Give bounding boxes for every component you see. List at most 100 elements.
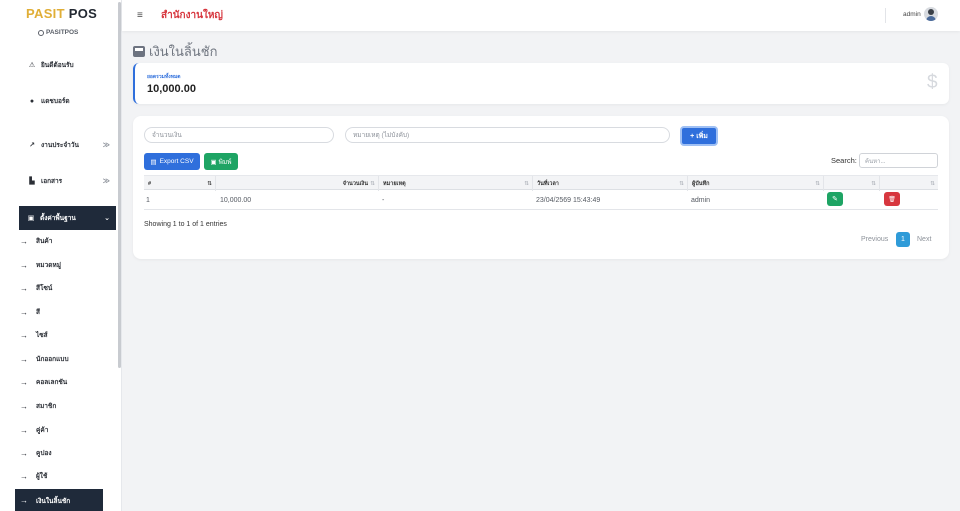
column-header-edit[interactable]: ⇅ [824, 176, 880, 191]
cell-datetime: 23/04/2569 15:43:49 [536, 196, 601, 204]
sidebar-subitem-sizes[interactable]: → ไซส์ [20, 325, 116, 345]
page-title: เงินในลิ้นชัก [133, 41, 217, 62]
sidebar-subitem-coupons[interactable]: → คูปอง [20, 443, 116, 463]
sidebar-subitem-label: ผู้ใช้ [36, 473, 48, 480]
brand-subtitle-text: PASITPOS [46, 29, 79, 36]
sidebar-subitem-label: คูปอง [36, 450, 52, 457]
summary-value: 10,000.00 [147, 83, 196, 95]
arrow-right-icon: → [20, 236, 28, 246]
cell-user: admin [691, 196, 711, 204]
sidebar-subitem-categories[interactable]: → หมวดหมู่ [20, 255, 116, 275]
branch-name[interactable]: สำนักงานใหญ่ [161, 8, 223, 23]
pencil-icon: ✎ [832, 196, 838, 203]
amount-input[interactable]: จำนวนเงิน [144, 127, 334, 143]
trend-icon: ↗ [29, 142, 35, 149]
column-header-user[interactable]: ผู้บันทึก ⇅ [688, 176, 824, 191]
sidebar-subitem-products[interactable]: → สินค้า [20, 231, 116, 251]
sidebar-subitem-cash-drawer[interactable]: → เงินในลิ้นชัก [15, 489, 103, 511]
sort-icon: ⇅ [679, 180, 684, 187]
arrow-right-icon: → [20, 260, 28, 270]
handshake-icon: ⚠ [28, 62, 36, 69]
printer-icon: ▣ [210, 158, 217, 166]
chevron-right-icon: ≫ [102, 178, 110, 185]
logo-part1: PASIT [26, 6, 65, 21]
sidebar-subitem-label: คู่ค้า [36, 427, 49, 434]
sidebar-subitem-partners[interactable]: → คู่ค้า [20, 420, 116, 440]
sidebar-subitem-collections[interactable]: → คอลเลกชัน [20, 372, 116, 392]
column-header-label: หมายเหตุ [383, 180, 406, 187]
menu-toggle-icon[interactable]: ≡ [137, 10, 143, 21]
printer-icon: ▣ [27, 215, 35, 222]
column-header-amount[interactable]: จำนวนเงิน ⇅ [216, 176, 379, 191]
column-header-delete[interactable]: ⇅ [880, 176, 938, 191]
sidebar-item-label: งานประจำวัน [41, 142, 79, 149]
copyright-icon [38, 29, 44, 36]
export-csv-button[interactable]: ▤ Export CSV [144, 153, 200, 170]
sidebar-subitem-users[interactable]: → ผู้ใช้ [20, 466, 116, 486]
sidebar-subitem-members[interactable]: → สมาชิก [20, 396, 116, 416]
export-csv-label: Export CSV [159, 158, 194, 165]
column-header-datetime[interactable]: วันที่เวลา ⇅ [533, 176, 688, 191]
sidebar-subitem-color-zones[interactable]: → สีโซน์ [20, 278, 116, 298]
sidebar-item-documents[interactable]: ▙ เอกสาร ≫ [20, 170, 116, 192]
avatar[interactable] [924, 7, 938, 21]
trash-icon: 🗑 [888, 196, 896, 203]
arrow-right-icon: → [20, 377, 28, 387]
arrow-right-icon: → [20, 330, 28, 340]
search-input[interactable]: ค้นหา... [859, 153, 938, 168]
document-icon: ▙ [29, 178, 35, 185]
pagination-page-1[interactable]: 1 [896, 232, 910, 247]
arrow-right-icon: → [20, 307, 28, 317]
data-table: # ⇅ จำนวนเงิน ⇅ หมายเหตุ ⇅ วันที่เวลา ⇅ … [144, 175, 938, 210]
dollar-icon: $ [927, 72, 938, 93]
column-header-label: จำนวนเงิน [342, 180, 368, 187]
avatar-body [926, 16, 936, 21]
sidebar-item-label: เอกสาร [41, 178, 63, 185]
chevron-right-icon: ≫ [102, 142, 110, 149]
cell-amount: 10,000.00 [220, 196, 252, 204]
summary-card: ยอดรวมทั้งหมด 10,000.00 $ [133, 63, 949, 104]
sidebar-item-welcome[interactable]: ⚠ ยินดีต้อนรับ [20, 54, 116, 76]
column-header-label: วันที่เวลา [537, 180, 559, 187]
sidebar-item-daily[interactable]: ↗ งานประจำวัน ≫ [20, 134, 116, 156]
column-header-label: # [148, 180, 152, 187]
topbar: ≡ สำนักงานใหญ่ admin [122, 0, 960, 31]
sidebar-item-dashboard[interactable]: ● แดชบอร์ด [20, 90, 116, 112]
edit-button[interactable]: ✎ [827, 192, 843, 206]
column-header-note[interactable]: หมายเหตุ ⇅ [379, 176, 533, 191]
sidebar-subitem-label: สมาชิก [36, 403, 57, 410]
user-name[interactable]: admin [903, 11, 921, 18]
file-icon: ▤ [150, 158, 157, 166]
pagination-previous[interactable]: Previous [861, 236, 888, 243]
sidebar-item-settings[interactable]: ▣ ตั้งค่าพื้นฐาน ⌄ [19, 206, 116, 230]
print-label: พิมพ์ [218, 158, 232, 166]
topbar-divider [885, 8, 886, 23]
sidebar-subitem-label: สีโซน์ [36, 285, 53, 292]
sidebar-item-label: แดชบอร์ด [41, 98, 70, 105]
avatar-head [928, 9, 934, 15]
main-card: จำนวนเงิน หมายเหตุ (ไม่บังคับ) + เพิ่ม ▤… [133, 116, 949, 259]
cell-note: - [382, 196, 385, 204]
arrow-right-icon: → [20, 448, 28, 458]
sidebar-item-label: ยินดีต้อนรับ [41, 62, 74, 69]
sidebar-subitem-colors[interactable]: → สี [20, 302, 116, 322]
sidebar-scrollbar[interactable] [118, 2, 121, 368]
print-button[interactable]: ▣ พิมพ์ [204, 153, 238, 170]
info-icon: ● [29, 97, 35, 105]
arrow-right-icon: → [20, 401, 28, 411]
app-logo[interactable]: PASIT POS [26, 6, 97, 21]
arrow-right-icon: → [20, 471, 28, 481]
note-input[interactable]: หมายเหตุ (ไม่บังคับ) [345, 127, 670, 143]
sort-icon: ⇅ [930, 180, 935, 187]
arrow-right-icon: → [20, 425, 28, 435]
add-button[interactable]: + เพิ่ม [680, 126, 718, 146]
column-header-label: ผู้บันทึก [692, 180, 710, 187]
pagination-next[interactable]: Next [917, 236, 931, 243]
page-title-text: เงินในลิ้นชัก [149, 44, 218, 59]
sort-icon: ⇅ [524, 180, 529, 187]
sidebar-subitem-designers[interactable]: → นักออกแบบ [20, 349, 116, 369]
sidebar-subitem-label: หมวดหมู่ [36, 262, 62, 269]
column-header-no[interactable]: # ⇅ [144, 176, 216, 191]
delete-button[interactable]: 🗑 [884, 192, 900, 206]
entries-info: Showing 1 to 1 of 1 entries [144, 221, 227, 228]
